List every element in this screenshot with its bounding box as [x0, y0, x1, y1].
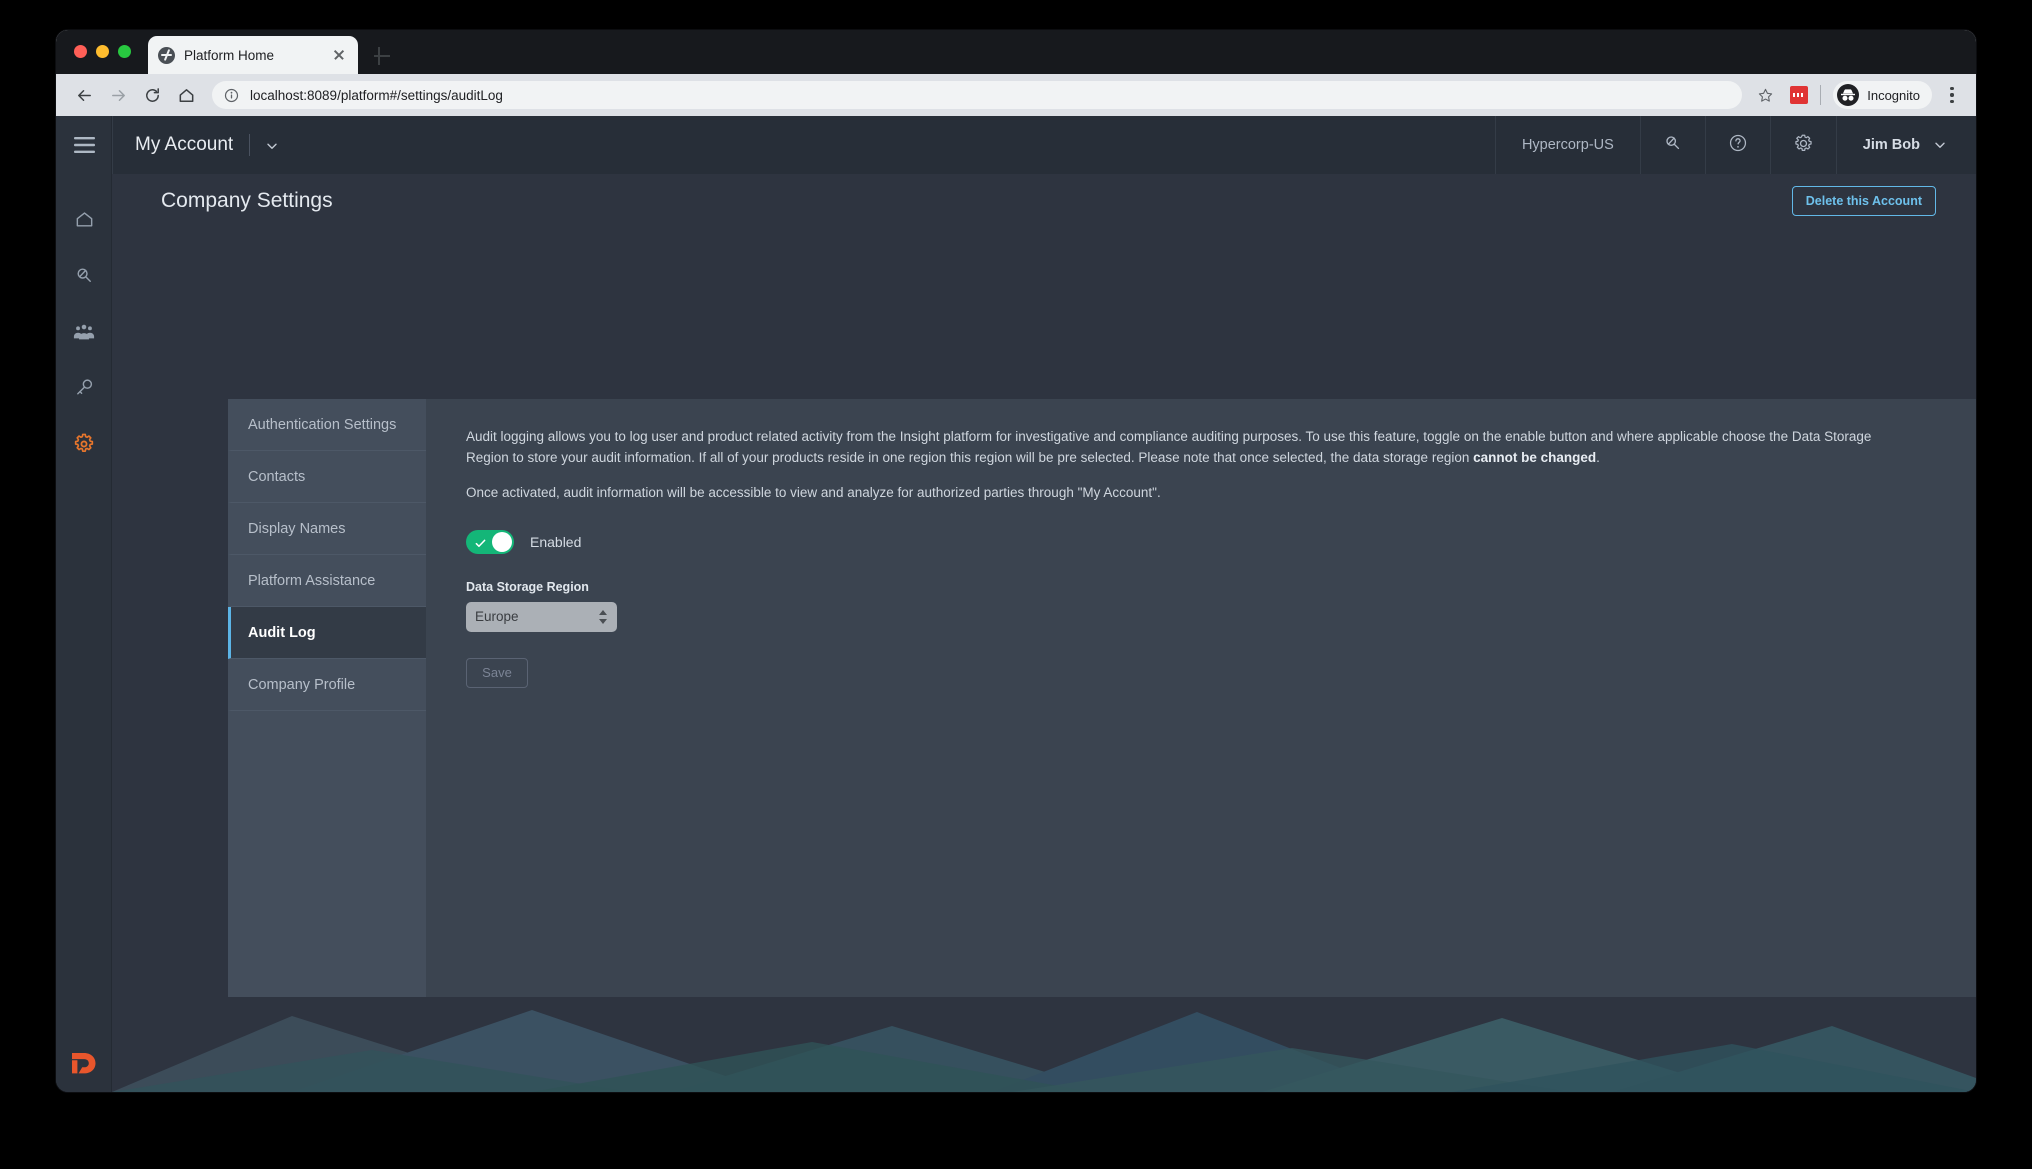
browser-toolbar: localhost:8089/platform#/settings/auditL…: [56, 74, 1976, 116]
toggle-label: Enabled: [530, 533, 582, 550]
sidebar-item-connectors[interactable]: [56, 250, 112, 306]
minimize-window-button[interactable]: [96, 45, 109, 58]
extension-icon[interactable]: [1790, 86, 1809, 104]
user-name: Jim Bob: [1862, 137, 1920, 153]
tab-label: Display Names: [248, 520, 346, 537]
save-button[interactable]: Save: [466, 657, 528, 688]
browser-menu-icon[interactable]: [1940, 83, 1964, 107]
forward-icon[interactable]: [102, 79, 134, 111]
page-header: Company Settings Delete this Account: [112, 174, 1976, 228]
plug-icon: [1663, 133, 1683, 157]
profile-label: Incognito: [1867, 87, 1920, 103]
browser-window: Platform Home localhost:8089/platform#/s…: [56, 30, 1976, 1092]
toggle-knob: [492, 531, 512, 552]
key-icon: [74, 377, 95, 403]
tenant-label: Hypercorp-US: [1521, 137, 1614, 153]
site-info-icon[interactable]: [224, 88, 239, 103]
company-logo: [56, 1050, 112, 1076]
connectors-button[interactable]: [1639, 116, 1705, 174]
sidebar-item-users[interactable]: [56, 306, 112, 362]
settings-tab-list: Authentication Settings Contacts Display…: [228, 399, 426, 997]
enable-audit-log-toggle[interactable]: [466, 529, 514, 554]
close-window-button[interactable]: [74, 45, 87, 58]
back-icon[interactable]: [68, 79, 100, 111]
sidebar-item-home[interactable]: [56, 194, 112, 250]
bookmark-star-icon[interactable]: [1752, 82, 1778, 108]
home-icon[interactable]: [170, 79, 202, 111]
plug-icon: [74, 265, 95, 291]
select-spinner-icon: [599, 609, 608, 625]
left-rail: [56, 116, 112, 1092]
browser-tabstrip: Platform Home: [56, 30, 1976, 74]
sidebar-item-access[interactable]: [56, 362, 112, 418]
gear-icon: [1793, 133, 1814, 158]
settings-tab-platform-assistance[interactable]: Platform Assistance: [228, 555, 426, 607]
audit-log-panel: Audit logging allows you to log user and…: [426, 399, 1976, 997]
maximize-window-button[interactable]: [118, 45, 131, 58]
app-viewport: My Account Hypercorp-US Jim Bob Company …: [56, 116, 1976, 1092]
home-icon: [74, 209, 95, 235]
user-menu[interactable]: Jim Bob: [1835, 116, 1976, 174]
delete-account-button[interactable]: Delete this Account: [1791, 186, 1936, 216]
window-controls: [74, 45, 131, 58]
people-icon: [73, 322, 95, 347]
gear-icon: [73, 433, 95, 460]
decorative-mountains: [112, 982, 1976, 1092]
chevron-down-icon: [1934, 139, 1946, 151]
tenant-selector[interactable]: Hypercorp-US: [1494, 116, 1640, 174]
settings-tab-audit-log[interactable]: Audit Log: [228, 607, 426, 659]
divider: [249, 134, 251, 156]
chevron-down-icon: [266, 139, 278, 151]
incognito-profile-button[interactable]: Incognito: [1833, 81, 1932, 109]
tab-title: Platform Home: [184, 47, 275, 63]
sidebar-item-settings[interactable]: [56, 418, 112, 474]
description-part-1: Audit logging allows you to log user and…: [466, 429, 1872, 465]
tab-label: Audit Log: [248, 624, 316, 641]
settings-card: Authentication Settings Contacts Display…: [228, 399, 1976, 997]
description-part-2: .: [1596, 449, 1600, 465]
description-emphasis: cannot be changed: [1473, 449, 1597, 465]
address-bar[interactable]: localhost:8089/platform#/settings/auditL…: [212, 81, 1743, 109]
audit-log-description: Audit logging allows you to log user and…: [466, 427, 1881, 469]
tab-label: Authentication Settings: [248, 416, 397, 433]
incognito-icon: [1837, 84, 1860, 106]
app-header: My Account Hypercorp-US Jim Bob: [112, 116, 1976, 174]
question-circle-icon: [1728, 133, 1748, 157]
tab-label: Company Profile: [248, 676, 356, 693]
settings-button[interactable]: [1769, 116, 1836, 174]
settings-tab-display-names[interactable]: Display Names: [228, 503, 426, 555]
toolbar-divider: [1820, 85, 1822, 105]
help-button[interactable]: [1704, 116, 1770, 174]
new-tab-button[interactable]: [371, 45, 393, 67]
account-switcher[interactable]: My Account: [112, 116, 300, 174]
settings-tab-contacts[interactable]: Contacts: [228, 451, 426, 503]
audit-log-note: Once activated, audit information will b…: [466, 484, 1161, 500]
check-icon: [475, 536, 486, 547]
selected-region-value: Europe: [475, 609, 519, 625]
close-icon[interactable]: [330, 46, 348, 64]
menu-toggle-button[interactable]: [56, 116, 112, 174]
settings-tab-authentication-settings[interactable]: Authentication Settings: [228, 399, 426, 451]
header-spacer: [300, 116, 1495, 174]
reload-icon[interactable]: [136, 79, 168, 111]
browser-tab[interactable]: Platform Home: [148, 36, 358, 74]
globe-icon: [158, 46, 175, 64]
data-storage-region-select[interactable]: Europe: [466, 601, 617, 632]
enable-toggle-row: Enabled: [466, 529, 1946, 554]
app-title: My Account: [135, 134, 234, 155]
tab-label: Contacts: [248, 468, 306, 485]
data-storage-region-label: Data Storage Region: [466, 579, 589, 594]
tab-label: Platform Assistance: [248, 572, 376, 589]
url-text: localhost:8089/platform#/settings/auditL…: [250, 87, 503, 103]
page-title: Company Settings: [161, 189, 333, 212]
settings-tab-company-profile[interactable]: Company Profile: [228, 659, 426, 711]
